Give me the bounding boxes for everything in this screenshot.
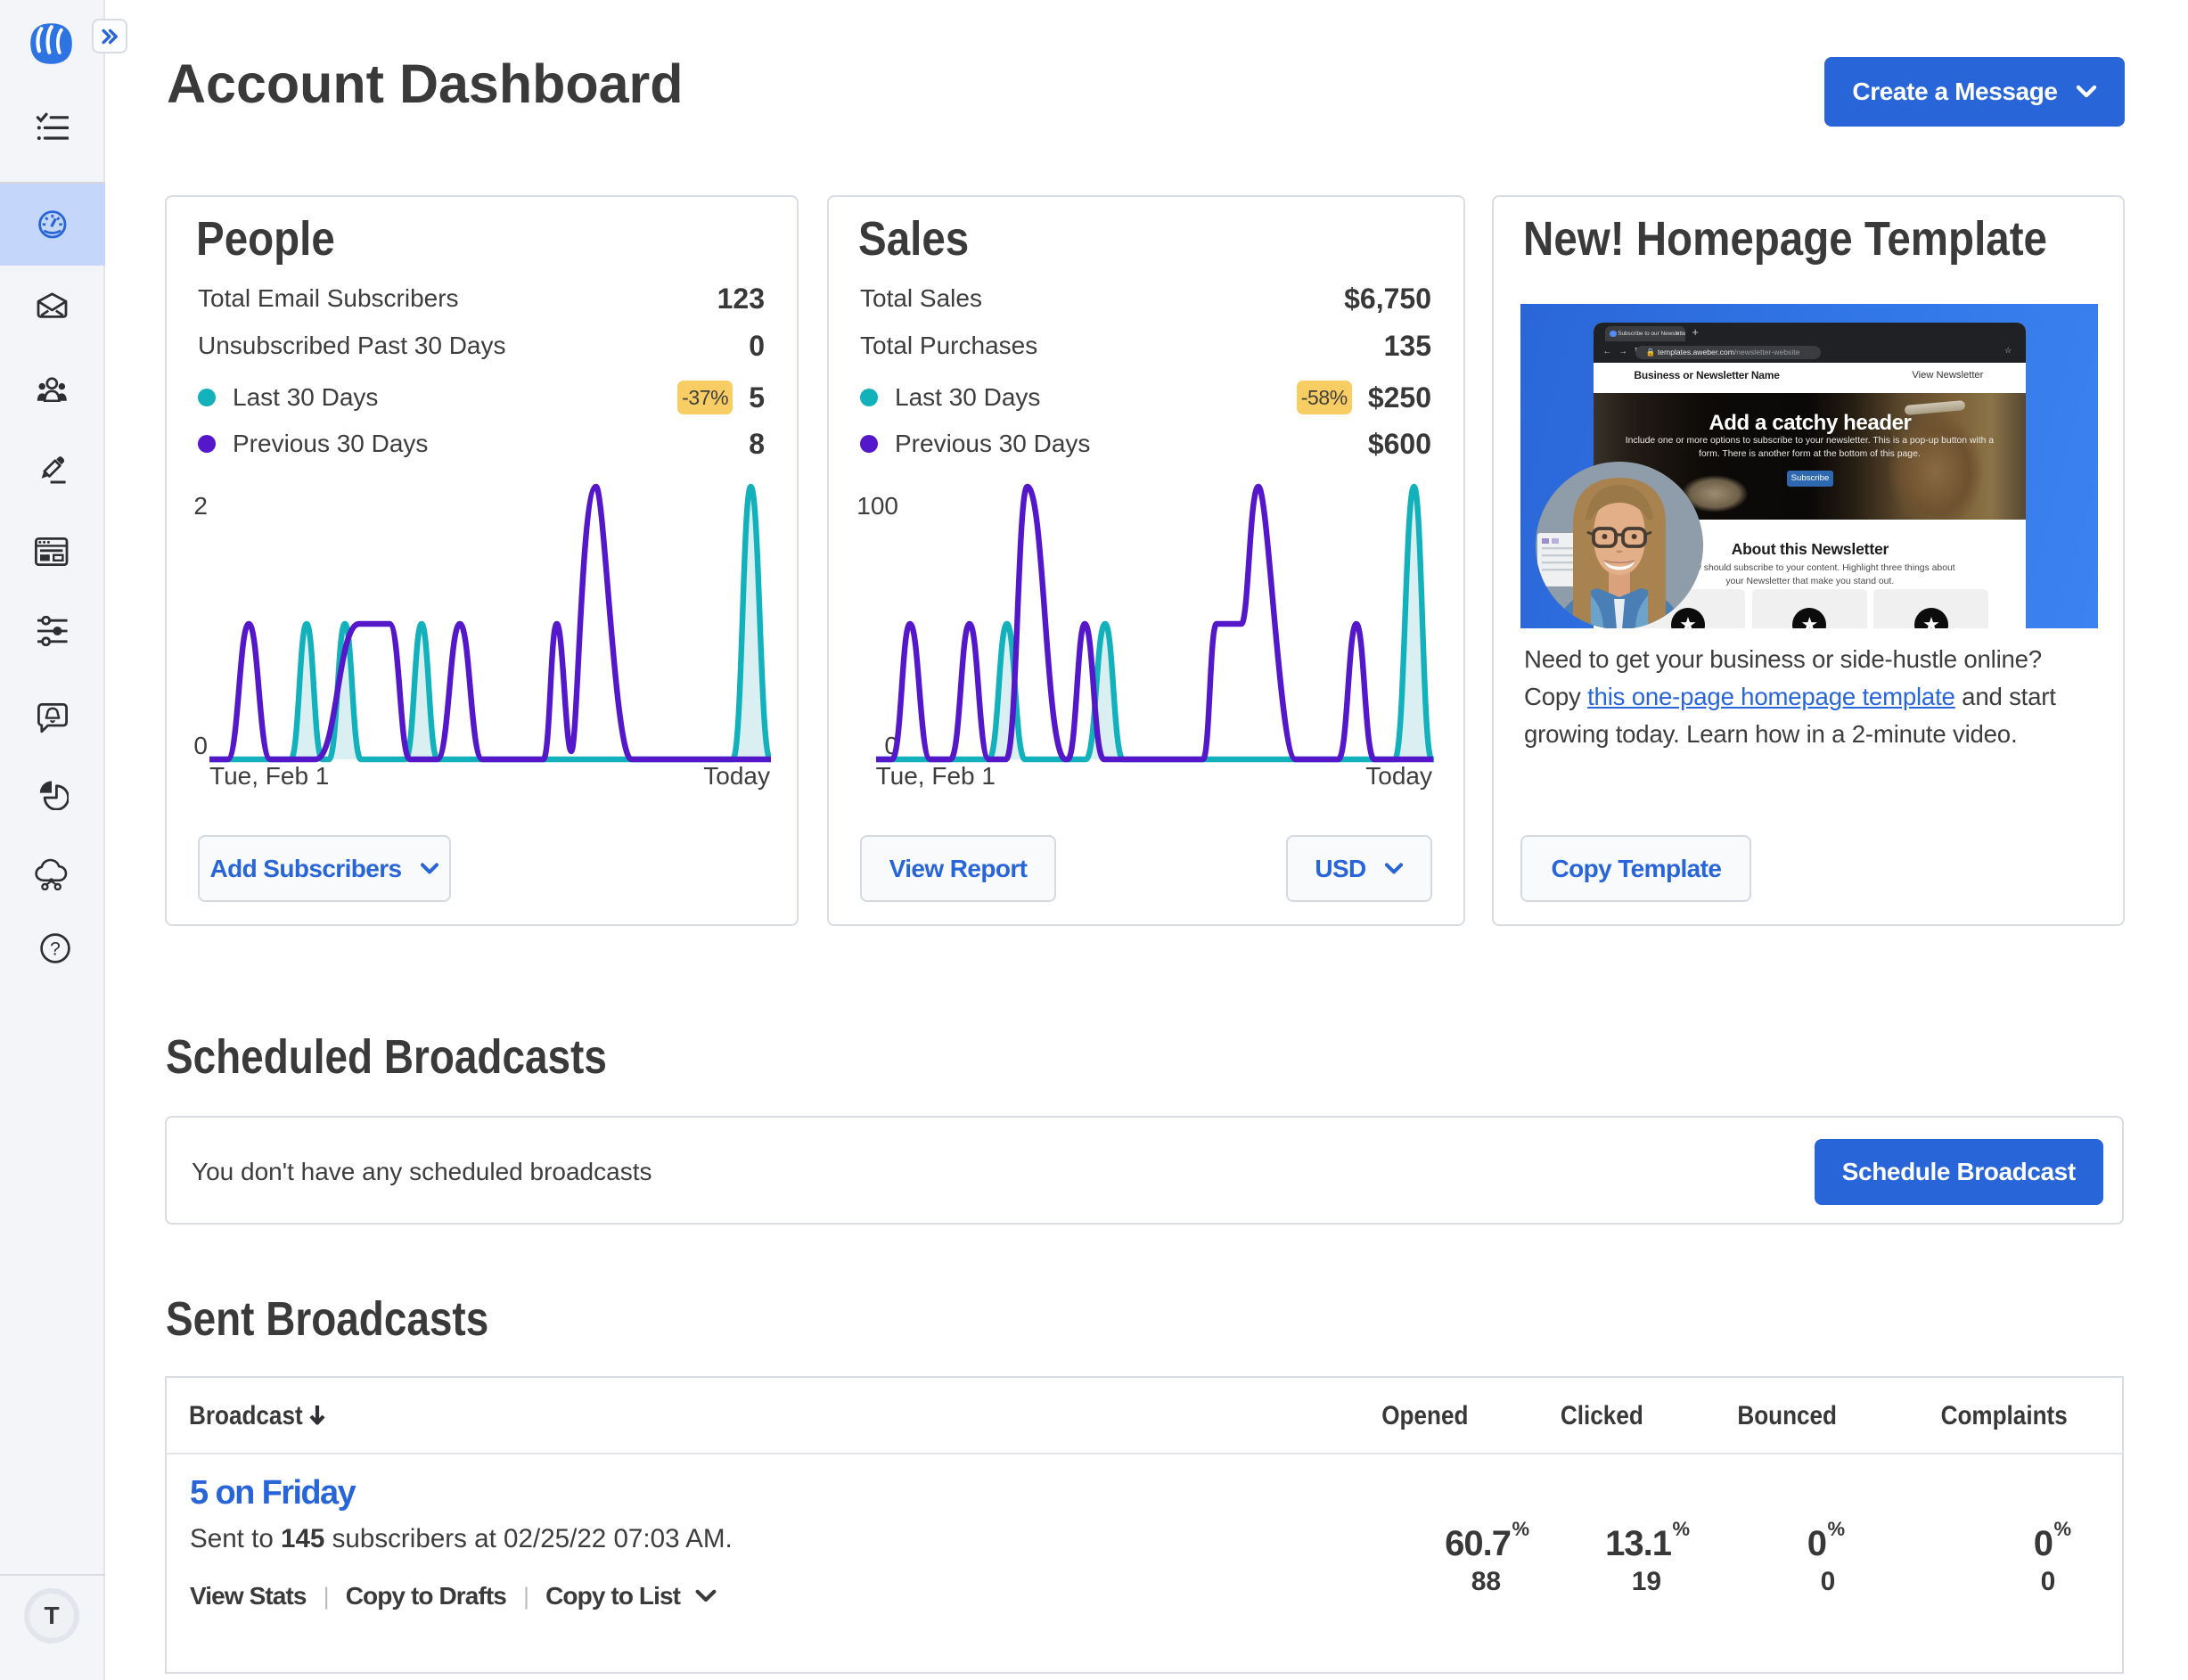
svg-text:?: ? (50, 939, 61, 960)
